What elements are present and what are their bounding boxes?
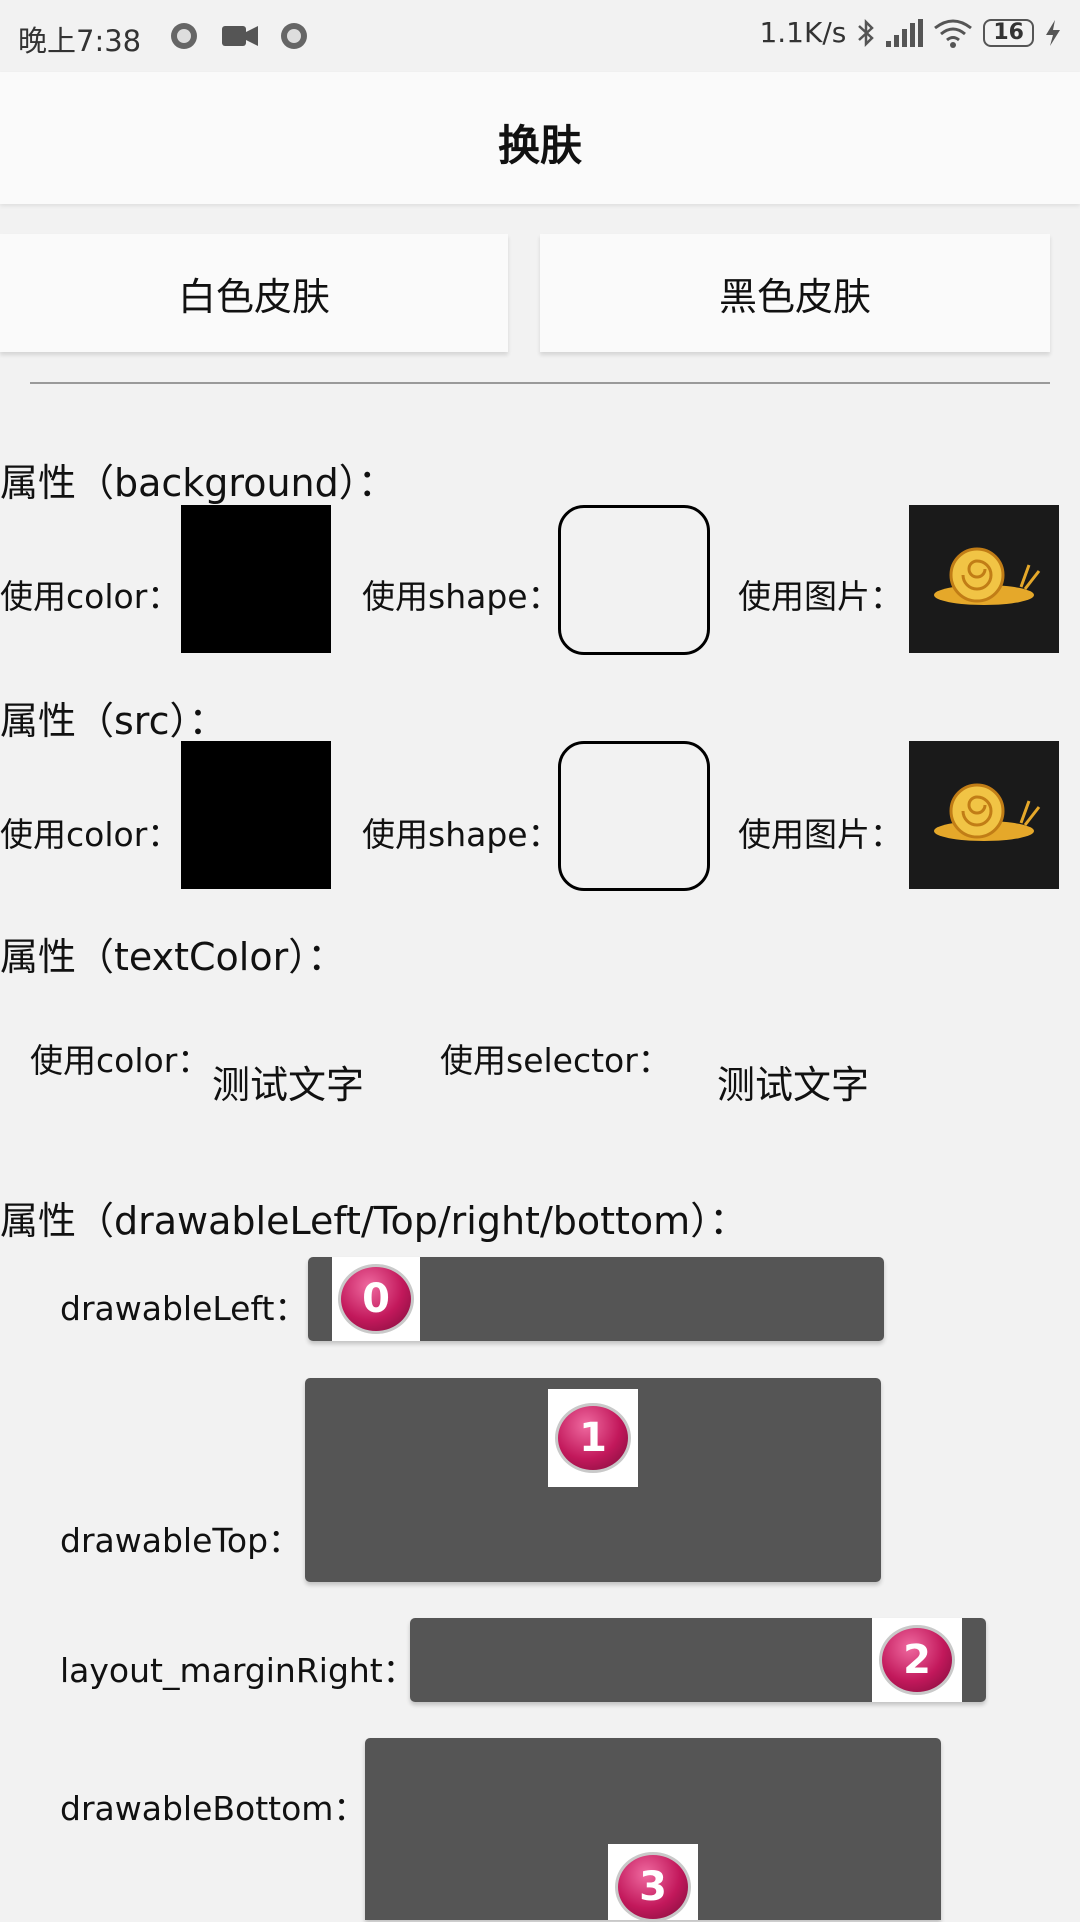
number-2-icon: 2 <box>872 1618 962 1702</box>
status-bar: 晚上7:38 1.1K/s 16 <box>0 0 1080 72</box>
drawable-top-label: drawableTop： <box>60 1521 302 1560</box>
textcolor-selector-label: 使用selector： <box>440 1041 671 1080</box>
number-0-icon: 0 <box>332 1257 420 1341</box>
number-3-icon: 3 <box>608 1844 698 1922</box>
status-time: 晚上7:38 <box>18 24 142 58</box>
charging-icon <box>1046 19 1060 46</box>
snail-icon <box>934 783 1041 841</box>
record-icon <box>171 23 197 49</box>
signal-icon <box>886 18 924 47</box>
wifi-icon <box>934 19 973 48</box>
battery-indicator: 16 <box>983 18 1034 47</box>
network-speed: 1.1K/s <box>759 16 847 49</box>
title-bar: 换肤 <box>0 72 1080 204</box>
bg-shape-label: 使用shape： <box>362 577 561 616</box>
bg-color-swatch <box>181 505 331 653</box>
drawable-left-button[interactable]: 0 <box>308 1257 884 1341</box>
white-skin-button[interactable]: 白色皮肤 <box>0 234 508 352</box>
drawable-left-label: drawableLeft： <box>60 1289 308 1328</box>
drawable-right-label: layout_marginRight： <box>60 1651 416 1690</box>
drawable-bottom-label: drawableBottom： <box>60 1789 367 1828</box>
number-1-icon: 1 <box>548 1389 638 1487</box>
black-skin-button[interactable]: 黑色皮肤 <box>540 234 1050 352</box>
bluetooth-icon <box>858 18 875 47</box>
textcolor-color-text: 测试文字 <box>212 1063 365 1107</box>
page-title: 换肤 <box>497 121 582 170</box>
src-image-label: 使用图片： <box>738 815 903 854</box>
status-right-group: 1.1K/s 16 <box>759 16 1062 49</box>
background-section-title: 属性（background）： <box>0 461 396 505</box>
textcolor-section-title: 属性（textColor）： <box>0 935 346 979</box>
textcolor-color-label: 使用color： <box>30 1041 211 1080</box>
drawable-top-button[interactable]: 1 <box>305 1378 881 1582</box>
src-section-title: 属性（src）： <box>0 699 227 743</box>
drawable-right-button[interactable]: 2 <box>410 1618 986 1702</box>
bg-color-label: 使用color： <box>0 577 181 616</box>
divider <box>30 382 1050 384</box>
video-camera-icon <box>222 26 258 46</box>
drawable-section-title: 属性（drawableLeft/Top/right/bottom）： <box>0 1199 748 1243</box>
src-shape-label: 使用shape： <box>362 815 561 854</box>
src-shape-swatch <box>558 741 710 891</box>
snail-icon <box>934 547 1041 605</box>
bg-shape-swatch <box>558 505 710 655</box>
bg-snail-image <box>909 505 1059 653</box>
drawable-bottom-button[interactable]: 3 <box>365 1738 941 1922</box>
src-color-swatch <box>181 741 331 889</box>
bg-image-label: 使用图片： <box>738 577 903 616</box>
src-color-label: 使用color： <box>0 815 181 854</box>
textcolor-selector-text[interactable]: 测试文字 <box>717 1054 869 1109</box>
src-snail-image <box>909 741 1059 889</box>
record-icon-2 <box>281 23 307 49</box>
